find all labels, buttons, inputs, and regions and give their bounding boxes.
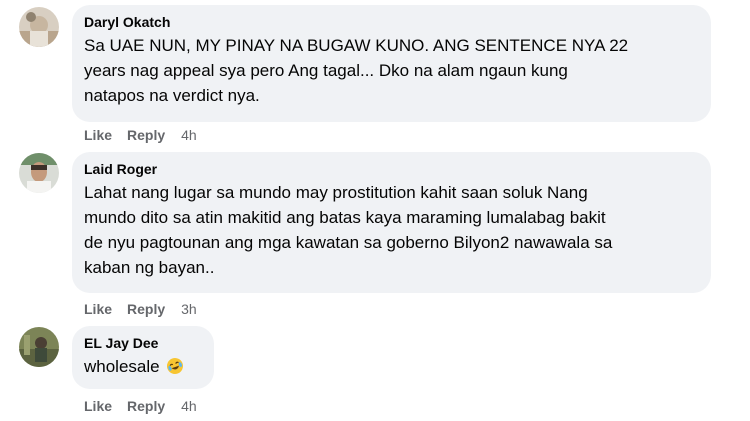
reply-button[interactable]: Reply bbox=[127, 397, 165, 415]
comment-text: wholesale bbox=[84, 354, 202, 379]
comment-bubble: Daryl Okatch Sa UAE NUN, MY PINAY NA BUG… bbox=[72, 5, 711, 122]
comment-text-line: natapos na verdict nya. bbox=[84, 86, 260, 105]
comment-text: Lahat nang lugar sa mundo may prostituti… bbox=[84, 180, 699, 280]
comment-text-line: de nyu pagtounan ang mga kawatan sa gobe… bbox=[84, 233, 613, 252]
comment-text-line: mundo dito sa atin makitid ang batas kay… bbox=[84, 208, 606, 227]
comment-text-line: wholesale bbox=[84, 357, 160, 376]
like-button[interactable]: Like bbox=[84, 300, 112, 318]
comment-actions: Like Reply 3h bbox=[84, 300, 197, 318]
reply-button[interactable]: Reply bbox=[127, 126, 165, 144]
comment-text-line: years nag appeal sya pero Ang tagal... D… bbox=[84, 61, 568, 80]
comment-author[interactable]: EL Jay Dee bbox=[84, 333, 202, 353]
laughing-crying-emoji-icon bbox=[166, 357, 184, 375]
avatar[interactable] bbox=[19, 153, 59, 193]
comment-timestamp[interactable]: 3h bbox=[181, 300, 197, 318]
comment-text: Sa UAE NUN, MY PINAY NA BUGAW KUNO. ANG … bbox=[84, 33, 699, 108]
comment-text-line: Lahat nang lugar sa mundo may prostituti… bbox=[84, 183, 588, 202]
avatar[interactable] bbox=[19, 327, 59, 367]
comment-text-line: kaban ng bayan.. bbox=[84, 258, 215, 277]
comment-author[interactable]: Laid Roger bbox=[84, 159, 699, 179]
comment-actions: Like Reply 4h bbox=[84, 126, 197, 144]
comment-bubble: EL Jay Dee wholesale bbox=[72, 326, 214, 389]
like-button[interactable]: Like bbox=[84, 397, 112, 415]
like-button[interactable]: Like bbox=[84, 126, 112, 144]
avatar[interactable] bbox=[19, 7, 59, 47]
comment-bubble: Laid Roger Lahat nang lugar sa mundo may… bbox=[72, 152, 711, 293]
comment-timestamp[interactable]: 4h bbox=[181, 397, 197, 415]
reply-button[interactable]: Reply bbox=[127, 300, 165, 318]
comment-actions: Like Reply 4h bbox=[84, 397, 197, 415]
comment-author[interactable]: Daryl Okatch bbox=[84, 12, 699, 32]
comment-text-line: Sa UAE NUN, MY PINAY NA BUGAW KUNO. ANG … bbox=[84, 36, 629, 55]
comment-timestamp[interactable]: 4h bbox=[181, 126, 197, 144]
